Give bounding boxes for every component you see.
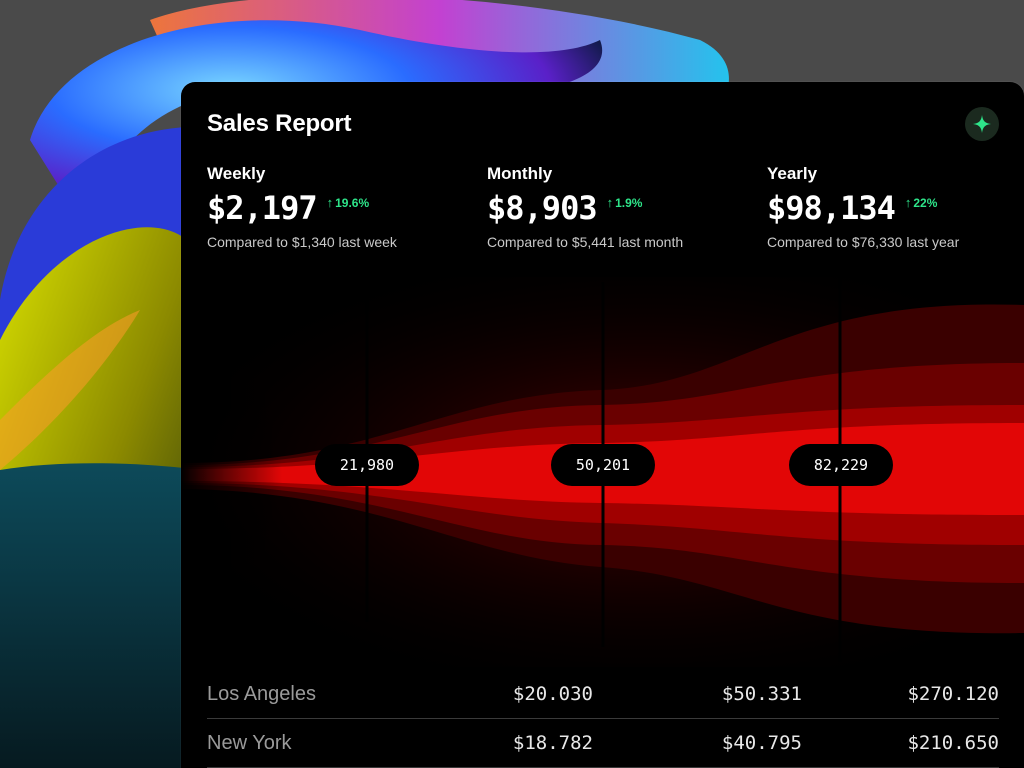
value-cell: $40.795 [721,732,802,754]
city-sales-table: Los Angeles $20.030 $50.331 $270.120 New… [207,670,999,768]
table-row[interactable]: New York $18.782 $40.795 $210.650 [207,719,999,768]
stat-monthly: Monthly $8,903 ↑ 1.9% Compared to $5,441… [487,164,757,250]
value-cell: $18.782 [512,732,593,754]
value-cell: $50.331 [721,683,802,705]
stat-yearly: Yearly $98,134 ↑ 22% Compared to $76,330… [767,164,1024,250]
marker-pill-1[interactable]: 21,980 [315,444,419,486]
stat-label: Monthly [487,164,553,183]
sparkle-icon [973,115,991,133]
stat-comparison: Compared to $5,441 last month [487,234,684,250]
stat-weekly: Weekly $2,197 ↑ 19.6% Compared to $1,340… [207,164,477,250]
stat-change-value: 19.6% [335,195,370,210]
marker-pill-2[interactable]: 50,201 [551,444,655,486]
stat-change: ↑ 22% [905,195,938,210]
stat-comparison: Compared to $1,340 last week [207,234,397,250]
value-cell: $270.120 [907,683,999,705]
stat-value: $8,903 [487,189,598,227]
card-title: Sales Report [207,110,352,137]
stat-change-value: 1.9% [615,195,643,210]
stat-value: $2,197 [207,189,318,227]
stat-change: ↑ 1.9% [607,195,643,210]
stat-value: $98,134 [767,189,896,227]
city-name: Los Angeles [207,682,316,705]
stat-comparison: Compared to $76,330 last year [767,234,960,250]
stat-change: ↑ 19.6% [327,195,370,210]
value-cell: $210.650 [907,732,999,754]
stat-label: Yearly [767,164,818,183]
sparkle-button[interactable] [965,107,999,141]
arrow-up-icon: ↑ [904,195,912,210]
marker-pill-3[interactable]: 82,229 [789,444,893,486]
stat-label: Weekly [207,164,266,183]
sales-report-card: Sales Report Weekly $2,197 ↑ 19.6% Compa… [181,82,1024,768]
arrow-up-icon: ↑ [606,195,614,210]
value-cell: $20.030 [512,683,593,705]
arrow-up-icon: ↑ [326,195,334,210]
table-row[interactable]: Los Angeles $20.030 $50.331 $270.120 [207,670,999,719]
city-name: New York [207,731,292,754]
stat-change-value: 22% [913,195,938,210]
